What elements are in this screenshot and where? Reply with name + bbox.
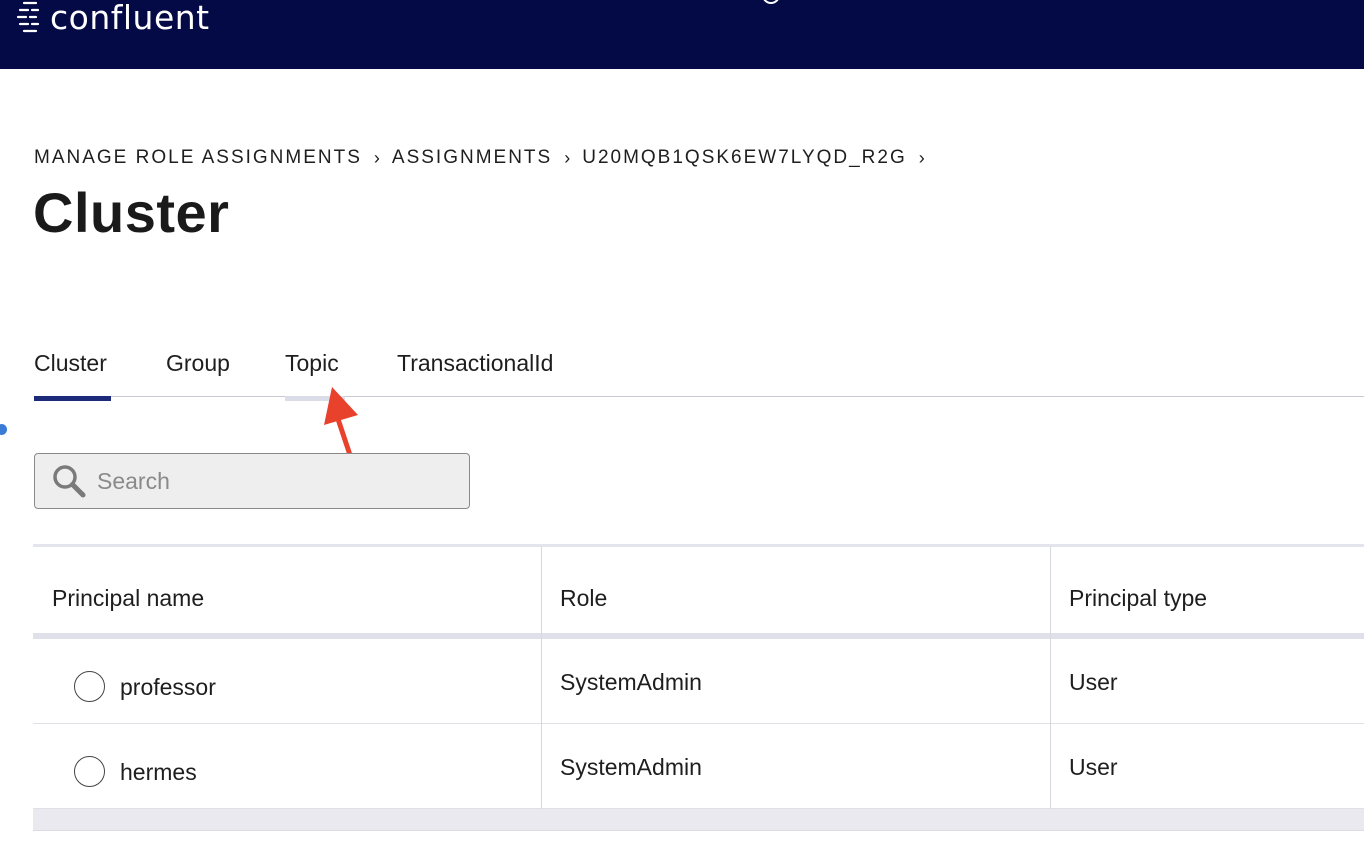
column-divider (541, 639, 542, 724)
indicator-dot (0, 424, 7, 435)
principal-type-cell: User (1069, 754, 1118, 780)
search-input[interactable] (97, 467, 437, 495)
search-box[interactable] (34, 453, 470, 509)
tab-cluster[interactable]: Cluster (34, 350, 107, 377)
role-cell: SystemAdmin (560, 754, 702, 780)
active-tab-indicator (34, 396, 111, 401)
top-navigation-bar: confluent (0, 0, 1364, 69)
page-title: Cluster (33, 181, 230, 244)
breadcrumb-assignments[interactable]: ASSIGNMENTS (392, 147, 552, 169)
column-divider (541, 547, 542, 639)
principal-type-cell: User (1069, 669, 1118, 695)
breadcrumb-manage-role-assignments[interactable]: MANAGE ROLE ASSIGNMENTS (34, 147, 362, 169)
row-radio-button[interactable] (74, 671, 105, 702)
column-divider (541, 724, 542, 809)
table-header: Principal name Role Principal type (33, 547, 1364, 639)
search-icon (53, 465, 86, 498)
tab-transactionalid[interactable]: TransactionalId (397, 350, 553, 377)
role-cell: SystemAdmin (560, 669, 702, 695)
user-avatar-icon[interactable] (762, 0, 780, 4)
row-radio-button[interactable] (74, 756, 105, 787)
tab-group[interactable]: Group (166, 350, 230, 377)
principal-name-cell: hermes (120, 759, 197, 785)
chevron-right-icon: › (918, 147, 925, 168)
column-header-role[interactable]: Role (560, 585, 607, 612)
column-divider (1050, 724, 1051, 809)
resource-tabs: Cluster Group Topic TransactionalId (34, 336, 1364, 401)
column-divider (1050, 639, 1051, 724)
table-row[interactable]: hermes SystemAdmin User (33, 724, 1364, 809)
tab-topic[interactable]: Topic (285, 350, 339, 377)
column-header-principal-type[interactable]: Principal type (1069, 585, 1207, 612)
chevron-right-icon: › (373, 147, 380, 168)
chevron-right-icon: › (564, 147, 571, 168)
breadcrumb-principal-id[interactable]: U20MQB1QSK6EW7LYQD_R2G (582, 147, 907, 169)
column-header-principal-name[interactable]: Principal name (52, 585, 204, 612)
logo-text: confluent (50, 0, 210, 37)
breadcrumb: MANAGE ROLE ASSIGNMENTS › ASSIGNMENTS › … (34, 147, 937, 169)
table-footer (33, 809, 1364, 831)
principal-name-cell: professor (120, 674, 216, 700)
column-divider (1050, 547, 1051, 639)
confluent-logo[interactable]: confluent (16, 0, 210, 40)
table-row[interactable]: professor SystemAdmin User (33, 639, 1364, 724)
role-assignments-table: Principal name Role Principal type profe… (33, 544, 1364, 831)
